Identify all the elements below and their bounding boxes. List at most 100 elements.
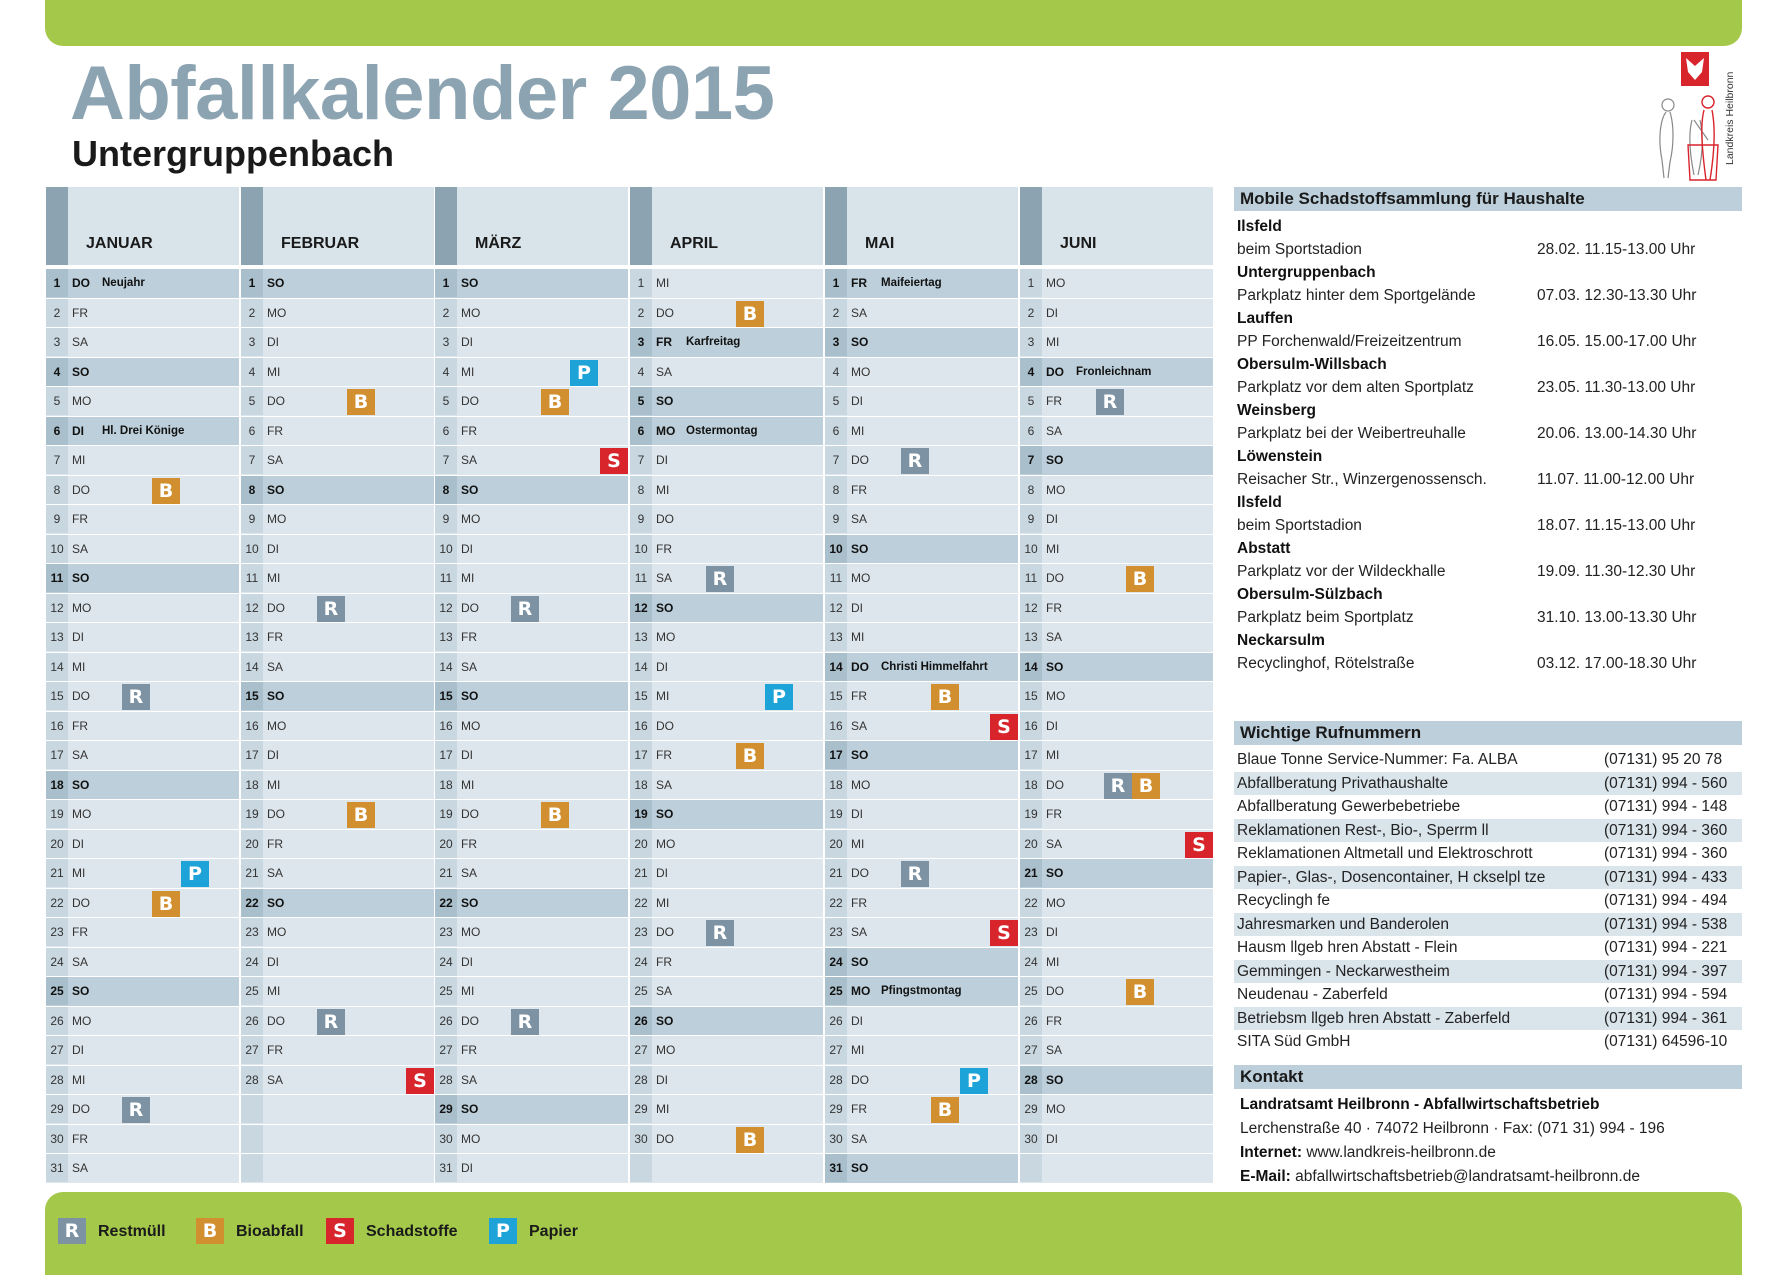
day-row: 23 DI bbox=[1020, 918, 1213, 948]
weekday: DO bbox=[267, 1013, 285, 1028]
phone-number[interactable]: (07131) 994 - 397 bbox=[1604, 960, 1727, 984]
day-number: 21 bbox=[825, 859, 847, 887]
day-row: 22 MI bbox=[630, 888, 823, 918]
month-column: APRIL 1 MI 2 DO B 3 FR Karfreitag 4 SA 5 SO 6 MO Osterm… bbox=[630, 187, 823, 1185]
phone-number[interactable]: (07131) 994 - 221 bbox=[1604, 936, 1727, 960]
phone-numbers-list: Blaue Tonne Service-Nummer: Fa. ALBA (071… bbox=[1234, 745, 1742, 1054]
day-number: 6 bbox=[435, 416, 457, 445]
day-number: 2 bbox=[46, 298, 68, 327]
phone-number[interactable]: (07131) 994 - 360 bbox=[1604, 842, 1727, 866]
weekday: DO bbox=[267, 394, 285, 408]
weekday: DI bbox=[656, 866, 668, 880]
phone-row: SITA Süd GmbH (07131) 64596-10 bbox=[1234, 1030, 1742, 1054]
month-column: JANUAR 1 DO Neujahr 2 FR 3 SA 4 SO 5 MO 6 DI Hl. Drei … bbox=[46, 187, 239, 1185]
day-number: 2 bbox=[241, 298, 263, 327]
weekday: FR bbox=[656, 748, 672, 762]
bioabfall-badge: B bbox=[931, 684, 959, 710]
restmuell-badge: R bbox=[1104, 772, 1132, 799]
weekday: SA bbox=[267, 1072, 284, 1087]
day-number: 18 bbox=[46, 770, 68, 799]
phone-number[interactable]: (07131) 994 - 560 bbox=[1604, 772, 1727, 796]
weekday: MO bbox=[851, 984, 871, 998]
weekday: SA bbox=[72, 954, 89, 969]
day-row: 13 FR bbox=[435, 623, 628, 653]
weekday: FR bbox=[1046, 600, 1062, 615]
phone-number[interactable]: (07131) 994 - 594 bbox=[1604, 983, 1727, 1007]
day-row bbox=[1020, 1154, 1213, 1184]
holiday-name: Neujahr bbox=[102, 277, 145, 289]
collection-place: Obersulm-Sülzbach bbox=[1237, 586, 1383, 603]
day-number: 26 bbox=[630, 1006, 652, 1035]
day-row: 28 SO bbox=[1020, 1065, 1213, 1095]
weekday: MO bbox=[72, 600, 92, 615]
day-number: 6 bbox=[1020, 416, 1042, 445]
weekday: MO bbox=[656, 630, 676, 644]
day-row: 6 DI Hl. Drei Könige bbox=[46, 416, 239, 446]
day-number: 25 bbox=[241, 977, 263, 1005]
phone-number[interactable]: (07131) 95 20 78 bbox=[1604, 748, 1722, 772]
weekday: MI bbox=[267, 777, 281, 792]
day-row: 20 MO bbox=[630, 829, 823, 859]
day-row: 30 DO B bbox=[630, 1124, 823, 1154]
day-row: 20 FR bbox=[435, 829, 628, 859]
day-number: 8 bbox=[630, 475, 652, 504]
day-row: 24 DI bbox=[241, 947, 434, 977]
day-row: 18 MO bbox=[825, 770, 1018, 800]
weekday: SO bbox=[656, 394, 674, 408]
phone-number[interactable]: (07131) 994 - 360 bbox=[1604, 819, 1727, 843]
mobile-collection-list: Ilsfeld beim Sportstadion 28.02. 11.15-13.… bbox=[1234, 211, 1742, 675]
weekday: SO bbox=[72, 571, 90, 585]
day-number: 29 bbox=[1020, 1095, 1042, 1123]
day-number: 13 bbox=[1020, 623, 1042, 651]
holiday-name: Fronleichnam bbox=[1076, 365, 1152, 378]
weekday: FR bbox=[461, 630, 477, 644]
month-header: JUNI bbox=[1020, 187, 1213, 265]
day-row: 29 MO bbox=[1020, 1095, 1213, 1125]
weekday: MO bbox=[1046, 1102, 1066, 1116]
day-number: 16 bbox=[630, 711, 652, 740]
day-row: 2 SA bbox=[825, 298, 1018, 328]
day-row: 21 SA bbox=[241, 859, 434, 889]
weekday: SO bbox=[267, 689, 285, 703]
weekday: SO bbox=[656, 807, 674, 821]
day-row: 1 SO bbox=[435, 269, 628, 299]
day-row bbox=[241, 1154, 434, 1184]
day-row: 9 MO bbox=[435, 505, 628, 535]
internet-link[interactable]: www.landkreis-heilbronn.de bbox=[1306, 1144, 1496, 1161]
day-row: 8 MI bbox=[630, 475, 823, 505]
day-number: 17 bbox=[630, 741, 652, 769]
weekday: DI bbox=[1046, 718, 1058, 733]
weekday: MO bbox=[72, 394, 92, 408]
papier-badge: P bbox=[489, 1218, 517, 1244]
weekday: DI bbox=[851, 1013, 863, 1028]
day-row: 27 MI bbox=[825, 1036, 1018, 1066]
day-number: 22 bbox=[46, 888, 68, 917]
day-row: 23 DO R bbox=[630, 918, 823, 948]
day-number: 24 bbox=[435, 947, 457, 976]
weekday: SA bbox=[1046, 1043, 1063, 1057]
phone-number[interactable]: (07131) 994 - 361 bbox=[1604, 1007, 1727, 1031]
day-number: 2 bbox=[435, 298, 457, 327]
weekday: FR bbox=[1046, 807, 1062, 821]
mobile-collection-section: Mobile Schadstoffsammlung für Haushalte … bbox=[1234, 187, 1742, 675]
day-number: 9 bbox=[1020, 505, 1042, 533]
day-row: 25 MI bbox=[241, 977, 434, 1007]
weekday: DO bbox=[267, 600, 285, 615]
weekday: DI bbox=[851, 394, 863, 408]
phone-number[interactable]: (07131) 64596-10 bbox=[1604, 1030, 1727, 1054]
restmuell-badge: R bbox=[901, 448, 929, 474]
email-link[interactable]: abfallwirtschaftsbetrieb@landratsamt-hei… bbox=[1295, 1168, 1640, 1185]
phone-number[interactable]: (07131) 994 - 433 bbox=[1604, 866, 1727, 890]
phone-number[interactable]: (07131) 994 - 148 bbox=[1604, 795, 1727, 819]
day-number: 12 bbox=[1020, 593, 1042, 622]
weekday: MI bbox=[461, 571, 475, 585]
schadstoffe-badge: S bbox=[990, 713, 1018, 740]
weekday: MI bbox=[267, 364, 281, 379]
day-row: 19 DO B bbox=[435, 800, 628, 830]
month-name: JANUAR bbox=[86, 235, 153, 252]
phone-number[interactable]: (07131) 994 - 494 bbox=[1604, 889, 1727, 913]
day-row: 13 MO bbox=[630, 623, 823, 653]
day-number: 10 bbox=[825, 534, 847, 563]
phone-number[interactable]: (07131) 994 - 538 bbox=[1604, 913, 1727, 937]
day-row: 3 SA bbox=[46, 328, 239, 358]
